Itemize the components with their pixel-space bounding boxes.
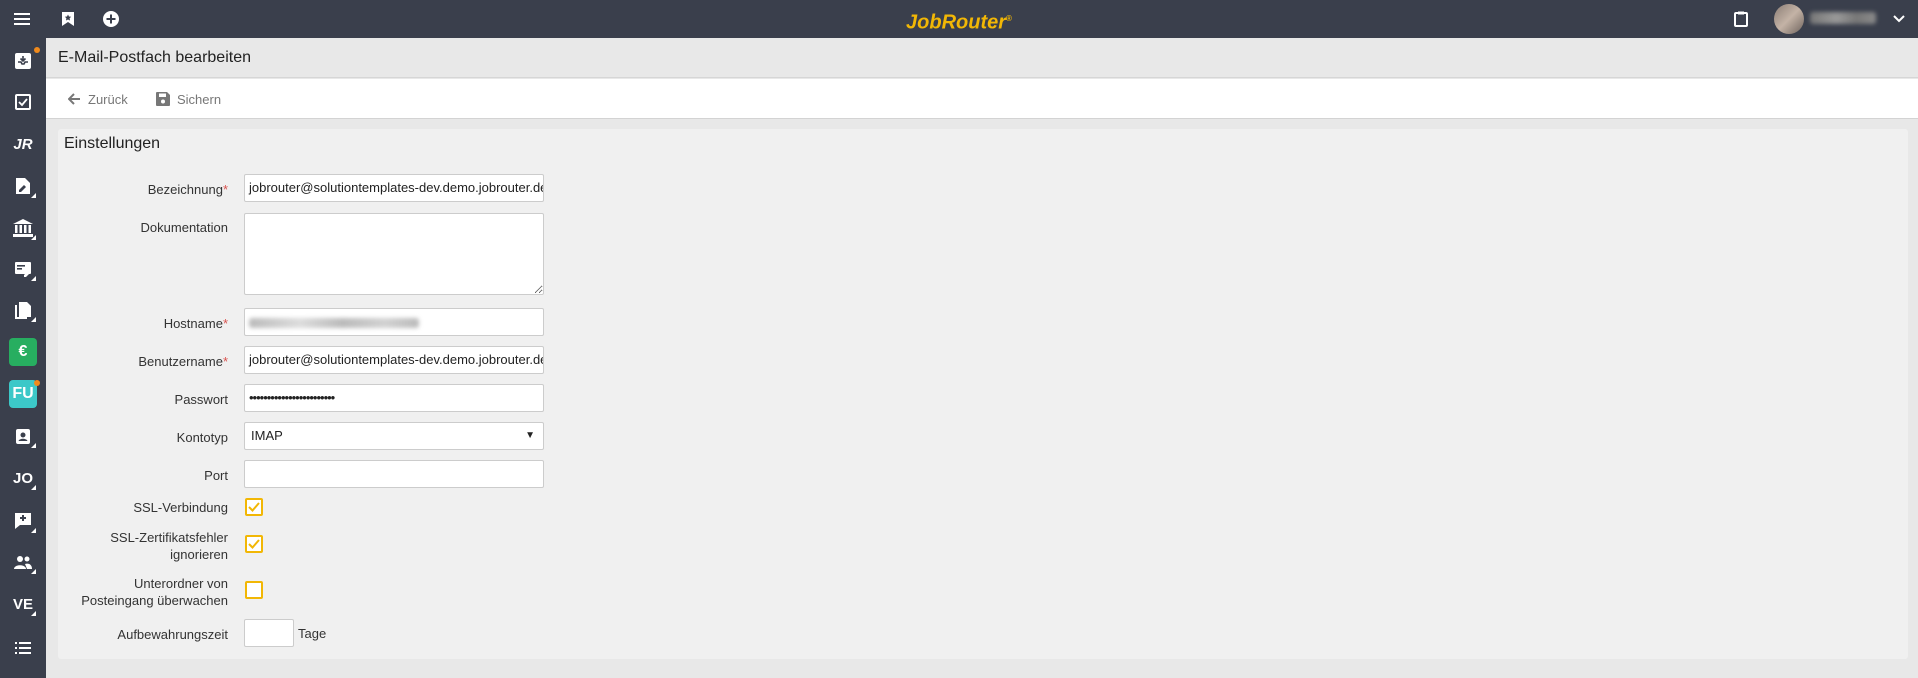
task-check-icon (15, 94, 31, 110)
add-circle-icon[interactable] (96, 0, 126, 38)
dropdown-arrow-icon: ▼ (525, 430, 535, 441)
sidebar-item-contacts[interactable] (0, 416, 46, 456)
hostname-value-blurred (249, 318, 419, 328)
save-icon (156, 92, 170, 106)
bezeichnung-input[interactable]: jobrouter@solutiontemplates-dev.demo.job… (244, 174, 544, 202)
hostname-label: Hostname* (163, 316, 228, 331)
inbox-icon (15, 53, 31, 69)
ssl-label: SSL-Verbindung (133, 500, 228, 515)
avatar[interactable] (1774, 4, 1804, 34)
subfolders-checkbox[interactable] (245, 581, 263, 599)
passwort-label: Passwort (174, 392, 228, 407)
benutzername-input[interactable]: jobrouter@solutiontemplates-dev.demo.job… (244, 346, 544, 374)
kontotyp-select[interactable]: IMAP ▼ (244, 422, 544, 450)
page-title: E-Mail-Postfach bearbeiten (58, 49, 251, 66)
save-button[interactable]: Sichern (156, 79, 221, 119)
clipboard-icon[interactable] (1726, 0, 1756, 38)
retention-days-input[interactable] (244, 619, 294, 647)
page-header: E-Mail-Postfach bearbeiten (46, 38, 1918, 78)
sidebar-item-tasks[interactable] (0, 82, 46, 122)
files-icon (15, 302, 31, 319)
section-title: Einstellungen (64, 135, 161, 152)
back-button[interactable]: Zurück (68, 79, 128, 119)
bezeichnung-label: Bezeichnung* (147, 182, 228, 197)
sidebar-item-jr[interactable]: JR (0, 124, 46, 164)
sidebar-item-feedback[interactable] (0, 501, 46, 541)
sidebar-item-documents[interactable] (0, 166, 46, 206)
chevron-down-icon[interactable] (1884, 0, 1914, 38)
port-label: Port (204, 468, 228, 483)
document-edit-icon (16, 178, 30, 194)
sidebar-item-users[interactable] (0, 542, 46, 582)
sidebar: JR € FU JO VE (0, 38, 46, 678)
sidebar-item-inbox[interactable] (0, 41, 46, 81)
checkmark-icon (248, 502, 260, 512)
port-input[interactable] (244, 460, 544, 488)
menu-icon[interactable] (7, 0, 37, 38)
sidebar-item-fu[interactable]: FU (0, 374, 46, 414)
bookmark-icon[interactable] (53, 0, 83, 38)
brand-logo: JobRouter® (906, 11, 1012, 34)
ssl-checkbox[interactable] (245, 498, 263, 516)
top-bar: JobRouter® (0, 0, 1918, 38)
notification-dot (34, 380, 40, 386)
users-icon (14, 556, 32, 569)
sidebar-item-jo[interactable]: JO (0, 458, 46, 498)
contact-icon (16, 429, 30, 444)
benutzername-label: Benutzername* (138, 354, 228, 369)
dokumentation-label: Dokumentation (140, 220, 228, 235)
sidebar-item-bank[interactable] (0, 208, 46, 248)
form-icon (15, 262, 31, 277)
sidebar-item-list[interactable] (0, 628, 46, 668)
sidebar-item-ve[interactable]: VE (0, 584, 46, 624)
dokumentation-textarea[interactable] (244, 213, 544, 295)
subfolders-label: Unterordner von Posteingang überwachen (81, 576, 228, 608)
retention-unit: Tage (298, 626, 327, 641)
user-name-blurred[interactable] (1810, 12, 1876, 24)
sidebar-item-euro[interactable]: € (0, 332, 46, 372)
settings-panel: Einstellungen Bezeichnung* jobrouter@sol… (58, 129, 1908, 659)
hostname-input[interactable] (244, 308, 544, 336)
feedback-icon (15, 513, 31, 529)
sidebar-item-forms[interactable] (0, 249, 46, 289)
retention-label: Aufbewahrungszeit (117, 627, 228, 642)
ssl-errors-label: SSL-Zertifikatsfehler ignorieren (110, 530, 228, 562)
sidebar-item-files[interactable] (0, 290, 46, 330)
checkmark-icon (248, 539, 260, 549)
ssl-errors-checkbox[interactable] (245, 535, 263, 553)
kontotyp-label: Kontotyp (176, 430, 228, 445)
notification-dot (34, 47, 40, 53)
arrow-left-icon (68, 93, 80, 105)
passwort-input[interactable]: •••••••••••••••••••••••• (244, 384, 544, 412)
list-icon (15, 642, 31, 654)
toolbar: Zurück Sichern (46, 79, 1918, 119)
bank-icon (13, 219, 33, 237)
